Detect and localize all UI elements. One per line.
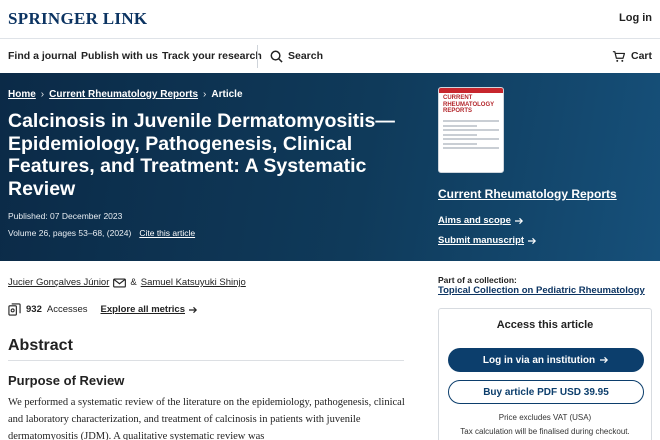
abstract-heading: Abstract [8,337,73,354]
aims-scope-link[interactable]: Aims and scope [438,215,524,226]
nav-publish-with-us[interactable]: Publish with us [81,50,158,62]
breadcrumb-home[interactable]: Home [8,89,36,100]
article-metrics: 932 Accesses Explore all metrics [8,303,198,316]
access-panel: Access this article Log in via an instit… [438,308,652,440]
aims-scope-label: Aims and scope [438,215,511,226]
cart-label: Cart [630,50,652,62]
nav-track-research[interactable]: Track your research [162,50,262,62]
springer-link-logo[interactable]: SPRINGER LINK [8,9,147,29]
abstract-text: We performed a systematic review of the … [8,397,405,440]
vat-note: Price excludes VAT (USA) [498,413,592,422]
nav-divider [257,45,258,68]
chevron-right-icon: › [40,89,45,100]
submit-manuscript-label: Submit manuscript [438,235,525,246]
cover-text-lines [439,115,503,155]
tax-note: Tax calculation will be finalised during… [460,427,630,436]
collection-link[interactable]: Topical Collection on Pediatric Rheumato… [438,285,645,296]
buy-article-button[interactable]: Buy article PDF USD 39.95 [448,380,644,404]
explore-metrics-link[interactable]: Explore all metrics [101,304,198,315]
login-link[interactable]: Log in [619,12,652,24]
article-hero: Home › Current Rheumatology Reports › Ar… [0,73,660,261]
nav-find-journal[interactable]: Find a journal [8,50,77,62]
author-joiner: & [130,277,137,288]
institution-login-button[interactable]: Log in via an institution [448,348,644,372]
author-link[interactable]: Jucier Gonçalves Júnior [8,277,109,288]
search-label: Search [288,50,324,62]
collection-label: Part of a collection: [438,275,517,285]
breadcrumb-journal[interactable]: Current Rheumatology Reports [49,89,198,100]
authors: Jucier Gonçalves Júnior & Samuel Katsuyu… [8,277,246,288]
explore-metrics-label: Explore all metrics [100,304,185,315]
volume-info: Volume 26, pages 53–68, (2024) Cite this … [8,228,195,238]
submit-manuscript-link[interactable]: Submit manuscript [438,235,537,246]
search-icon [270,50,283,63]
arrow-right-icon [514,217,523,224]
email-icon[interactable] [113,277,127,288]
cite-article-link[interactable]: Cite this article [139,228,195,238]
purpose-heading: Purpose of Review [8,373,125,388]
cart-button[interactable]: Cart [612,47,652,65]
access-title: Access this article [496,319,594,331]
published-date: Published: 07 December 2023 [8,211,123,221]
volume-text: Volume 26, pages 53–68, (2024) [8,228,132,238]
accesses-count: 932 [26,304,42,315]
arrow-right-icon [600,356,609,364]
journal-cover[interactable]: CURRENT RHEUMATOLOGY REPORTS [438,87,504,173]
arrow-right-icon [528,237,537,244]
breadcrumb-current: Article [211,89,243,100]
institution-login-label: Log in via an institution [482,354,596,366]
breadcrumb: Home › Current Rheumatology Reports › Ar… [8,89,243,100]
main-nav: Find a journal Publish with us Track you… [0,38,660,73]
article-title: Calcinosis in Juvenile Dermatomyositis—E… [8,110,395,200]
top-bar: SPRINGER LINK Log in [0,0,660,38]
cover-title: CURRENT RHEUMATOLOGY REPORTS [443,95,495,114]
author-link[interactable]: Samuel Katsuyuki Shinjo [141,277,246,288]
search-button[interactable]: Search [270,47,323,65]
accesses-icon [8,303,21,316]
accesses-label: Accesses [46,304,88,315]
journal-name-link[interactable]: Current Rheumatology Reports [438,187,617,201]
cart-icon [612,50,626,62]
arrow-right-icon [189,306,198,313]
section-divider [8,360,404,361]
chevron-right-icon: › [203,89,207,100]
